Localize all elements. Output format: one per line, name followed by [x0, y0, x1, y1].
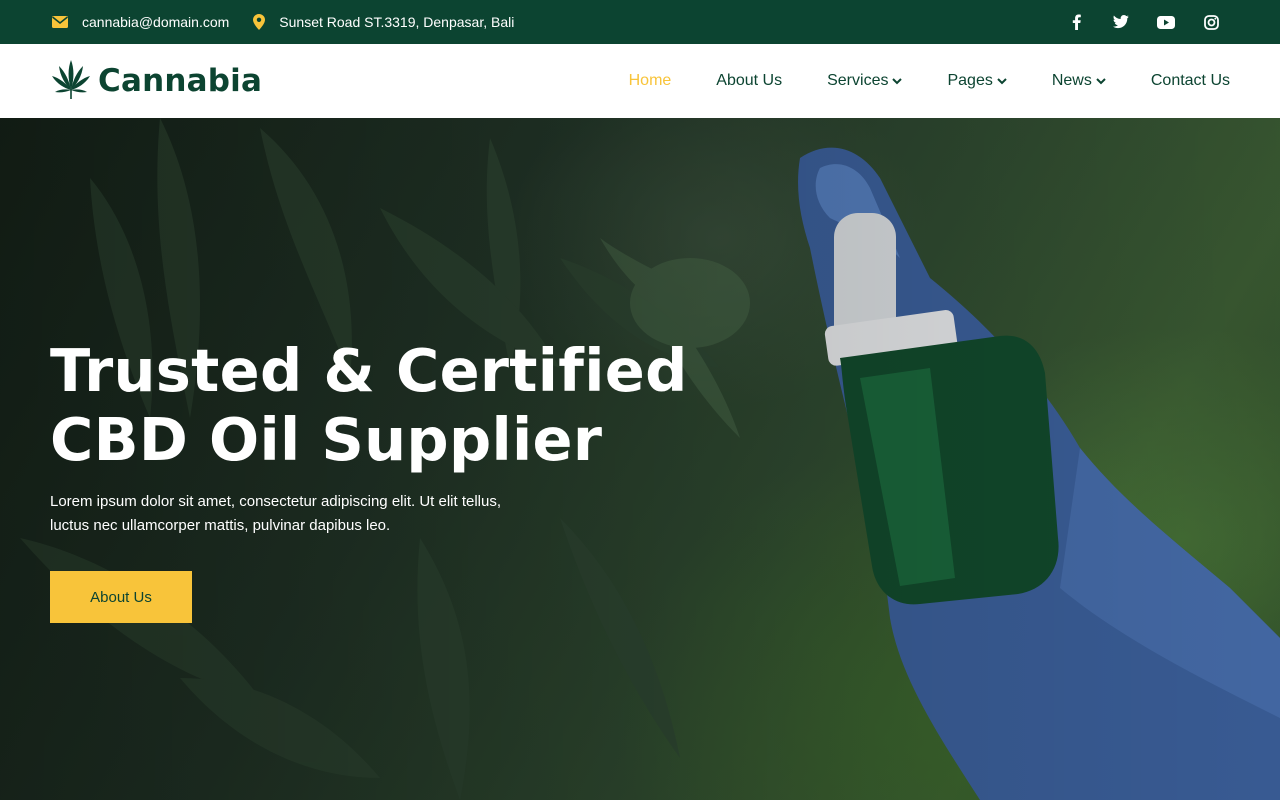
chevron-down-icon	[997, 77, 1007, 85]
hero-description-line: Lorem ipsum dolor sit amet, consectetur …	[50, 493, 502, 510]
youtube-icon[interactable]	[1155, 11, 1177, 33]
hero-section: Trusted & Certified CBD Oil Supplier Lor…	[0, 118, 1280, 800]
brand-name: Cannabia	[98, 63, 263, 99]
map-marker-icon	[253, 14, 266, 30]
hero-title: Trusted & Certified CBD Oil Supplier	[50, 336, 690, 474]
envelope-icon	[52, 16, 68, 28]
nav-item-label: Home	[628, 72, 672, 89]
nav-item-label: Pages	[947, 72, 993, 89]
top-contact: cannabia@domain.com Sunset Road ST.3319,…	[52, 0, 514, 44]
main-header: Cannabia Home About Us Services Pages Ne…	[0, 44, 1280, 118]
cannabis-leaf-icon	[50, 58, 92, 105]
social-links	[1042, 0, 1222, 44]
nav-item-about-us[interactable]: About Us	[716, 72, 782, 90]
address-text: Sunset Road ST.3319, Denpasar, Bali	[279, 14, 515, 30]
site-logo[interactable]: Cannabia	[50, 58, 263, 105]
nav-item-label: Contact Us	[1150, 72, 1230, 89]
instagram-icon[interactable]	[1200, 11, 1222, 33]
top-bar: cannabia@domain.com Sunset Road ST.3319,…	[0, 0, 1280, 44]
hero-description: Lorem ipsum dolor sit amet, consectetur …	[50, 490, 570, 538]
email-info[interactable]: cannabia@domain.com	[52, 14, 229, 30]
nav-item-contact-us[interactable]: Contact Us	[1151, 72, 1230, 90]
nav-item-pages[interactable]: Pages	[947, 72, 1007, 90]
chevron-down-icon	[892, 77, 903, 85]
facebook-icon[interactable]	[1065, 11, 1087, 33]
nav-item-home[interactable]: Home	[629, 72, 672, 90]
nav-item-label: Services	[827, 72, 889, 89]
hero-title-line: Trusted & Certified	[50, 336, 688, 405]
email-text: cannabia@domain.com	[82, 14, 230, 30]
hero-description-line: luctus nec ullamcorper mattis, pulvinar …	[50, 517, 391, 534]
nav-item-label: News	[1051, 72, 1092, 89]
nav-item-services[interactable]: Services	[827, 72, 903, 90]
nav-item-label: About Us	[716, 72, 783, 89]
main-nav: Home About Us Services Pages News Contac…	[584, 44, 1230, 118]
address-info: Sunset Road ST.3319, Denpasar, Bali	[253, 14, 514, 30]
hero-title-line: CBD Oil Supplier	[50, 405, 603, 474]
twitter-icon[interactable]	[1110, 11, 1132, 33]
chevron-down-icon	[1096, 77, 1106, 85]
about-us-button[interactable]: About Us	[50, 571, 192, 623]
nav-item-news[interactable]: News	[1052, 72, 1106, 90]
